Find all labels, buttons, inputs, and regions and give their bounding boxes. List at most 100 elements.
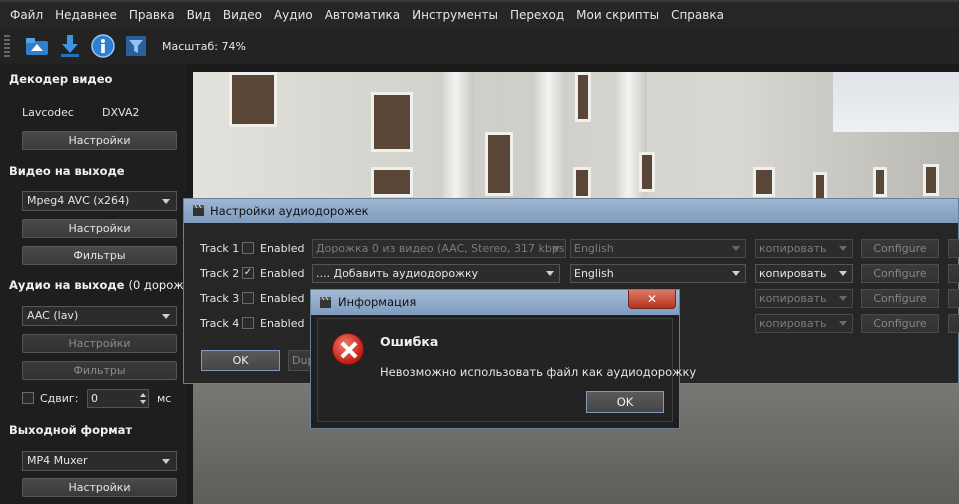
track-extra-button[interactable]	[948, 314, 959, 333]
audio-output-title-text: Аудио на выходе	[9, 278, 125, 292]
audio-dialog-ok-button[interactable]: OK	[201, 350, 280, 371]
audio-codec-value: AAC (lav)	[27, 309, 79, 322]
window-image	[371, 92, 413, 152]
muxer-settings-button[interactable]: Настройки	[22, 478, 177, 497]
track-configure-button[interactable]: Configure	[861, 239, 939, 258]
info-ok-button[interactable]: OK	[586, 391, 664, 413]
chevron-down-icon	[732, 271, 740, 276]
chevron-down-icon	[839, 271, 847, 276]
menu-video[interactable]: Видео	[217, 8, 268, 22]
video-filters-button[interactable]: Фильтры	[22, 246, 177, 265]
menu-recent[interactable]: Недавнее	[49, 8, 123, 22]
track-enabled-checkbox[interactable]	[242, 242, 254, 254]
muxer-select[interactable]: MP4 Muxer	[22, 451, 177, 471]
track-action-select[interactable]: копировать	[755, 314, 853, 333]
menu-file[interactable]: Файл	[4, 8, 49, 22]
track-label: Track 1	[200, 242, 240, 255]
track-configure-button[interactable]: Configure	[861, 314, 939, 333]
audio-output-title: Аудио на выходе (0 дорожек)	[9, 278, 202, 292]
track-action-value: копировать	[759, 317, 827, 330]
toolbar: Масштаб: 74%	[0, 28, 959, 64]
track-source-value: Дорожка 0 из видео (AAC, Stereo, 317 kbp…	[316, 242, 566, 255]
track-row: Track 1 Enabled Дорожка 0 из видео (AAC,…	[200, 239, 959, 259]
window-image	[229, 72, 277, 127]
menu-help[interactable]: Справка	[665, 8, 730, 22]
info-icon[interactable]	[90, 33, 116, 59]
track-enabled-label: Enabled	[260, 292, 305, 305]
video-decoder-title: Декодер видео	[9, 72, 113, 86]
track-configure-button[interactable]: Configure	[861, 264, 939, 283]
audio-filters-button[interactable]: Фильтры	[22, 361, 177, 380]
error-message: Невозможно использовать файл как аудиодо…	[380, 365, 697, 379]
menu-my-scripts[interactable]: Мои скрипты	[570, 8, 665, 22]
track-source-select[interactable]: .... Добавить аудиодорожку	[312, 264, 560, 283]
spin-up-icon[interactable]	[140, 393, 146, 397]
error-heading: Ошибка	[380, 334, 439, 349]
track-action-select[interactable]: копировать	[755, 239, 853, 258]
track-source-value: .... Добавить аудиодорожку	[316, 267, 479, 280]
shift-unit: мс	[157, 392, 172, 405]
video-settings-button[interactable]: Настройки	[22, 219, 177, 238]
close-icon[interactable]: ✕	[628, 290, 676, 309]
toolbar-grip[interactable]	[4, 35, 10, 57]
track-extra-button[interactable]	[948, 264, 959, 283]
save-icon[interactable]	[57, 33, 83, 59]
track-action-value: копировать	[759, 267, 827, 280]
info-dialog-body: Ошибка Невозможно использовать файл как …	[317, 318, 696, 422]
info-dialog-titlebar[interactable]: Информация ✕	[311, 290, 679, 315]
shift-spinbox[interactable]: 0	[87, 389, 149, 408]
track-enabled-label: Enabled	[260, 242, 305, 255]
chevron-down-icon	[839, 321, 847, 326]
track-label: Track 3	[200, 292, 240, 305]
menu-bar: Файл Недавнее Правка Вид Видео Аудио Авт…	[0, 0, 959, 28]
track-configure-button[interactable]: Configure	[861, 289, 939, 308]
window-image	[371, 167, 413, 197]
muxer-value: MP4 Muxer	[27, 454, 88, 467]
window-image	[573, 167, 591, 199]
track-source-select[interactable]: Дорожка 0 из видео (AAC, Stereo, 317 kbp…	[312, 239, 566, 258]
shift-checkbox[interactable]	[22, 392, 34, 404]
track-enabled-checkbox[interactable]	[242, 317, 254, 329]
menu-view[interactable]: Вид	[181, 8, 217, 22]
audio-dialog-title: Настройки аудиодорожек	[210, 204, 369, 218]
video-output-title: Видео на выходе	[9, 164, 125, 178]
audio-codec-select[interactable]: AAC (lav)	[22, 306, 177, 326]
output-format-title: Выходной формат	[9, 423, 133, 437]
track-action-select[interactable]: копировать	[755, 289, 853, 308]
video-codec-value: Mpeg4 AVC (x264)	[27, 194, 130, 207]
menu-go[interactable]: Переход	[504, 8, 570, 22]
menu-tools[interactable]: Инструменты	[406, 8, 504, 22]
chevron-down-icon	[552, 246, 560, 251]
spin-down-icon[interactable]	[140, 400, 146, 404]
track-extra-button[interactable]	[948, 239, 959, 258]
menu-edit[interactable]: Правка	[123, 8, 181, 22]
track-action-select[interactable]: копировать	[755, 264, 853, 283]
chevron-down-icon	[546, 271, 554, 276]
filter-icon[interactable]	[123, 33, 149, 59]
left-panel: Декодер видео Lavcodec DXVA2 Настройки В…	[0, 64, 202, 504]
track-extra-button[interactable]	[948, 289, 959, 308]
window-image	[639, 152, 655, 192]
track-enabled-checkbox[interactable]: ✓	[242, 267, 254, 279]
audio-settings-button[interactable]: Настройки	[22, 334, 177, 353]
window-image	[753, 167, 775, 197]
shift-value: 0	[91, 392, 98, 405]
track-row: Track 2 ✓ Enabled .... Добавить аудиодор…	[200, 264, 959, 284]
track-language-select[interactable]: English	[570, 264, 746, 283]
decoder-hw: DXVA2	[102, 106, 140, 119]
track-language-select[interactable]: English	[570, 239, 746, 258]
menu-automation[interactable]: Автоматика	[319, 8, 406, 22]
decoder-settings-button[interactable]: Настройки	[22, 131, 177, 150]
chevron-down-icon	[732, 246, 740, 251]
chevron-down-icon	[162, 199, 170, 204]
track-enabled-checkbox[interactable]	[242, 292, 254, 304]
audio-dialog-titlebar[interactable]: Настройки аудиодорожек	[184, 199, 958, 223]
video-codec-select[interactable]: Mpeg4 AVC (x264)	[22, 191, 177, 211]
column-image	[440, 72, 474, 202]
window-image	[923, 164, 939, 196]
app-icon	[193, 204, 204, 216]
open-file-icon[interactable]	[24, 33, 50, 59]
sky-image	[833, 72, 959, 132]
track-action-value: копировать	[759, 242, 827, 255]
menu-audio[interactable]: Аудио	[268, 8, 319, 22]
